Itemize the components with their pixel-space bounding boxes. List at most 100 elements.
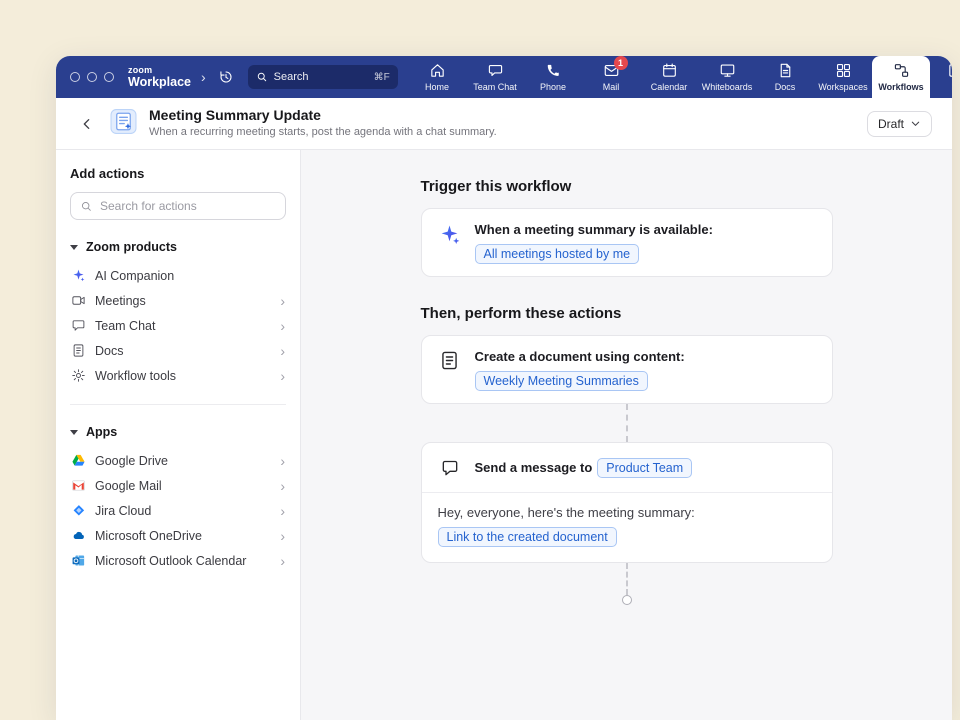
actions-heading: Then, perform these actions bbox=[421, 305, 833, 322]
nav-item-docs[interactable]: Docs bbox=[756, 56, 814, 98]
nav-item-home[interactable]: Home bbox=[408, 56, 466, 98]
document-link-chip[interactable]: Link to the created document bbox=[438, 527, 617, 547]
onedrive-icon bbox=[71, 528, 86, 543]
zoom-workplace-logo: zoom Workplace bbox=[128, 66, 191, 89]
sidebar-item-docs[interactable]: Docs › bbox=[70, 338, 286, 363]
outlook-calendar-icon bbox=[71, 553, 86, 568]
chevron-right-icon: › bbox=[280, 344, 285, 358]
page-subtitle: When a recurring meeting starts, post th… bbox=[149, 126, 497, 140]
trigger-card[interactable]: When a meeting summary is available: All… bbox=[421, 208, 833, 277]
team-chat-icon bbox=[487, 62, 504, 79]
workflow-canvas: Trigger this workflow When a meeting sum… bbox=[301, 150, 952, 720]
back-button[interactable] bbox=[76, 113, 98, 135]
window-control-circle[interactable] bbox=[104, 72, 114, 82]
workflow-connector bbox=[626, 404, 628, 442]
ai-companion-icon bbox=[71, 268, 86, 283]
chevron-right-icon: › bbox=[280, 454, 285, 468]
whiteboard-icon bbox=[719, 62, 736, 79]
trigger-scope-chip[interactable]: All meetings hosted by me bbox=[475, 244, 640, 264]
workflow-thumbnail-icon bbox=[110, 108, 137, 140]
google-mail-icon bbox=[71, 478, 86, 493]
nav-item-team-chat[interactable]: Team Chat bbox=[466, 56, 524, 98]
chevron-right-icon: › bbox=[280, 504, 285, 518]
caret-down-icon bbox=[70, 430, 78, 435]
send-message-text: Send a message to bbox=[475, 460, 593, 475]
nav-item-mail[interactable]: 1 Mail bbox=[582, 56, 640, 98]
status-badge: Draft bbox=[878, 117, 904, 131]
chevron-right-icon: › bbox=[280, 294, 285, 308]
sidebar-item-team-chat[interactable]: Team Chat › bbox=[70, 313, 286, 338]
workflow-header: Meeting Summary Update When a recurring … bbox=[56, 98, 952, 150]
caret-down-icon bbox=[70, 245, 78, 250]
action-card-create-document[interactable]: Create a document using content: Weekly … bbox=[421, 335, 833, 404]
sidebar-item-google-drive[interactable]: Google Drive › bbox=[70, 448, 286, 473]
nav-item-workflows-active[interactable]: Workflows bbox=[872, 56, 930, 98]
actions-search[interactable] bbox=[70, 192, 286, 220]
sidebar-heading: Add actions bbox=[70, 166, 286, 181]
nav-items: Home Team Chat Phone 1 Mail Calendar bbox=[408, 56, 952, 98]
nav-item-workspaces[interactable]: Workspaces bbox=[814, 56, 872, 98]
sidebar-item-meetings[interactable]: Meetings › bbox=[70, 288, 286, 313]
search-icon bbox=[256, 71, 268, 83]
chevron-right-icon: › bbox=[280, 554, 285, 568]
workflows-icon bbox=[893, 62, 910, 79]
actions-sidebar: Add actions Zoom products AI Companion M… bbox=[56, 150, 301, 720]
draft-status-button[interactable]: Draft bbox=[867, 111, 932, 137]
action-create-doc-text: Create a document using content: bbox=[475, 349, 685, 364]
global-search-button[interactable]: Search ⌘F bbox=[248, 65, 398, 89]
document-icon bbox=[438, 349, 462, 391]
message-body-text: Hey, everyone, here's the meeting summar… bbox=[438, 505, 816, 520]
jira-icon bbox=[71, 503, 86, 518]
section-zoom-products[interactable]: Zoom products bbox=[70, 240, 286, 254]
sidebar-item-google-mail[interactable]: Google Mail › bbox=[70, 473, 286, 498]
chevron-right-icon: › bbox=[280, 369, 285, 383]
message-body: Hey, everyone, here's the meeting summar… bbox=[422, 492, 832, 562]
window-control-circle[interactable] bbox=[87, 72, 97, 82]
sidebar-divider bbox=[70, 404, 286, 405]
page-title: Meeting Summary Update bbox=[149, 107, 497, 125]
logo-zoom: zoom bbox=[128, 66, 191, 75]
history-icon[interactable] bbox=[216, 67, 236, 87]
search-shortcut: ⌘F bbox=[374, 72, 390, 83]
recipient-chip[interactable]: Product Team bbox=[597, 458, 692, 478]
sidebar-item-workflow-tools[interactable]: Workflow tools › bbox=[70, 363, 286, 388]
window-control-circle[interactable] bbox=[70, 72, 80, 82]
trigger-text: When a meeting summary is available: bbox=[475, 222, 713, 237]
search-label: Search bbox=[274, 71, 309, 83]
action-card-send-message[interactable]: Send a message to Product Team Hey, every… bbox=[421, 442, 833, 563]
nav-item-calendar[interactable]: Calendar bbox=[640, 56, 698, 98]
window-controls[interactable] bbox=[70, 72, 114, 82]
logo-workplace: Workplace bbox=[128, 76, 191, 89]
ai-sparkle-icon bbox=[438, 222, 462, 264]
speech-bubble-icon bbox=[438, 457, 462, 478]
sidebar-item-jira-cloud[interactable]: Jira Cloud › bbox=[70, 498, 286, 523]
add-step-terminal[interactable] bbox=[622, 595, 632, 605]
actions-search-input[interactable] bbox=[100, 199, 276, 213]
chevron-down-icon bbox=[910, 118, 921, 129]
section-apps[interactable]: Apps bbox=[70, 425, 286, 439]
phone-icon bbox=[545, 62, 562, 79]
mail-icon: 1 bbox=[603, 62, 620, 79]
calendar-icon bbox=[661, 62, 678, 79]
home-icon bbox=[429, 62, 446, 79]
chevron-right-icon: › bbox=[280, 319, 285, 333]
top-navigation-bar: zoom Workplace › Search ⌘F Home Team Cha… bbox=[56, 56, 952, 98]
trigger-heading: Trigger this workflow bbox=[421, 178, 833, 195]
docs-icon bbox=[777, 62, 794, 79]
workspaces-icon bbox=[835, 62, 852, 79]
google-drive-icon bbox=[71, 453, 86, 468]
chevron-right-icon[interactable]: › bbox=[199, 69, 208, 85]
zoom-workplace-window: zoom Workplace › Search ⌘F Home Team Cha… bbox=[56, 56, 952, 720]
sidebar-item-microsoft-outlook-calendar[interactable]: Microsoft Outlook Calendar › bbox=[70, 548, 286, 573]
chevron-right-icon: › bbox=[280, 529, 285, 543]
gear-icon bbox=[71, 368, 86, 383]
nav-item-whiteboards[interactable]: Whiteboards bbox=[698, 56, 756, 98]
mail-unread-badge: 1 bbox=[614, 56, 628, 70]
workflow-connector bbox=[626, 563, 628, 595]
sidebar-item-microsoft-onedrive[interactable]: Microsoft OneDrive › bbox=[70, 523, 286, 548]
search-icon bbox=[80, 200, 93, 213]
nav-item-partial[interactable]: M bbox=[930, 56, 952, 98]
sidebar-item-ai-companion[interactable]: AI Companion bbox=[70, 263, 286, 288]
doc-content-chip[interactable]: Weekly Meeting Summaries bbox=[475, 371, 648, 391]
nav-item-phone[interactable]: Phone bbox=[524, 56, 582, 98]
